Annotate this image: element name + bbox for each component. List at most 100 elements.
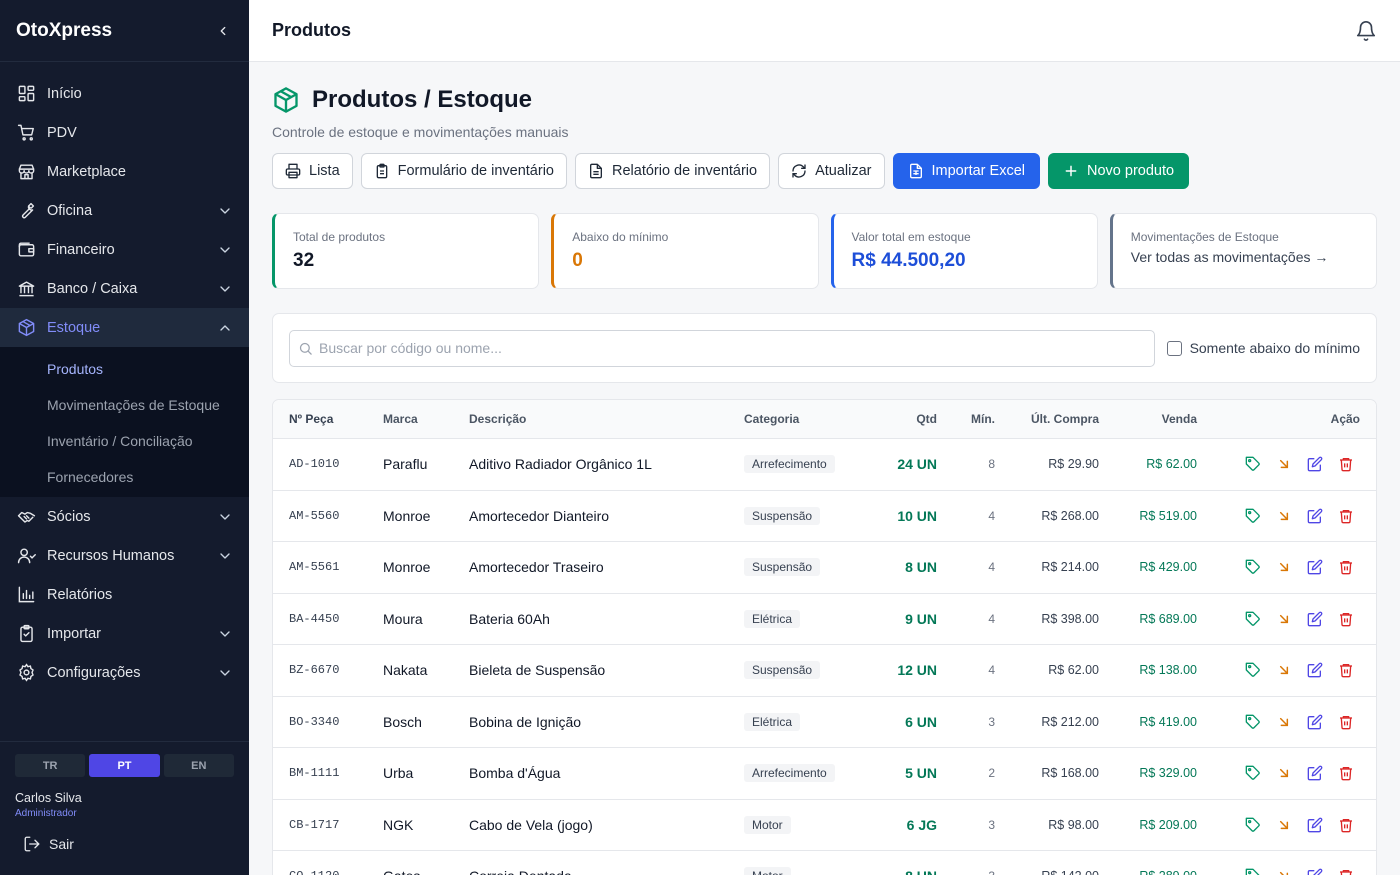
table-row[interactable]: AD-1010 Paraflu Aditivo Radiador Orgânico …	[273, 439, 1376, 491]
edit-icon[interactable]	[1307, 456, 1323, 472]
header-minimum[interactable]: Mín.	[937, 412, 995, 426]
edit-icon[interactable]	[1307, 508, 1323, 524]
clipboard-icon	[16, 624, 36, 644]
tag-icon[interactable]	[1245, 456, 1261, 472]
stat-value: 0	[572, 250, 583, 271]
refresh-button[interactable]: Atualizar	[778, 153, 885, 189]
edit-icon[interactable]	[1307, 817, 1323, 833]
inventory-form-label: Formulário de inventário	[397, 163, 554, 179]
trash-icon[interactable]	[1338, 817, 1354, 833]
submenu-item-movimentacoes[interactable]: Movimentações de Estoque	[0, 387, 249, 423]
sidebar-item-relatorios[interactable]: Relatórios	[0, 575, 249, 614]
store-icon	[16, 162, 36, 182]
edit-icon[interactable]	[1307, 559, 1323, 575]
sidebar-item-inicio[interactable]: Início	[0, 74, 249, 113]
header-quantity[interactable]: Qtd	[854, 412, 937, 426]
search-input[interactable]	[319, 340, 1146, 356]
sidebar-item-importar[interactable]: Importar	[0, 614, 249, 653]
tag-icon[interactable]	[1245, 559, 1261, 575]
edit-icon[interactable]	[1307, 611, 1323, 627]
tag-icon[interactable]	[1245, 508, 1261, 524]
view-all-movements-link[interactable]: Ver todas as movimentações →	[1131, 249, 1358, 265]
cell-last-purchase: R$ 168.00	[1041, 766, 1099, 781]
sidebar-item-estoque[interactable]: Estoque	[0, 308, 249, 347]
tag-icon[interactable]	[1245, 868, 1261, 875]
bell-icon[interactable]	[1355, 20, 1377, 42]
cell-brand: Gates	[383, 868, 469, 875]
header-brand[interactable]: Marca	[383, 412, 469, 426]
tag-icon[interactable]	[1245, 662, 1261, 678]
arrow-down-right-icon[interactable]	[1276, 868, 1292, 875]
cell-brand: Monroe	[383, 559, 431, 576]
header-code[interactable]: Nº Peça	[273, 412, 383, 426]
inventory-form-button[interactable]: Formulário de inventário	[360, 153, 567, 189]
table-row[interactable]: CO-1120GatesCorreia DentadaMotor8 UN3R$ …	[273, 851, 1376, 875]
sidebar-item-marketplace[interactable]: Marketplace	[0, 152, 249, 191]
table-row[interactable]: CB-1717 NGK Cabo de Vela (jogo) Motor 6 JG 3 R…	[273, 800, 1376, 851]
new-product-button[interactable]: Novo produto	[1048, 153, 1190, 189]
language-tr-button[interactable]: TR	[15, 754, 86, 777]
table-row[interactable]: BA-4450 Moura Bateria 60Ah Elétrica 9 UN 4 R$ …	[273, 594, 1376, 645]
category-badge: Elétrica	[744, 609, 801, 628]
import-excel-button[interactable]: Importar Excel	[892, 153, 1040, 189]
header-category[interactable]: Categoria	[744, 412, 854, 426]
only-below-minimum-checkbox[interactable]	[1166, 340, 1182, 356]
arrow-down-right-icon[interactable]	[1276, 611, 1292, 627]
arrow-down-right-icon[interactable]	[1276, 817, 1292, 833]
sidebar-item-recursos-humanos[interactable]: Recursos Humanos	[0, 536, 249, 575]
trash-icon[interactable]	[1338, 611, 1354, 627]
sidebar-item-oficina[interactable]: Oficina	[0, 191, 249, 230]
sidebar-item-configuracoes[interactable]: Configurações	[0, 653, 249, 692]
trash-icon[interactable]	[1338, 765, 1354, 781]
header-last-purchase[interactable]: Últ. Compra	[995, 412, 1099, 426]
tag-icon[interactable]	[1245, 714, 1261, 730]
cell-actions	[1197, 817, 1376, 833]
trash-icon[interactable]	[1338, 456, 1354, 472]
trash-icon[interactable]	[1338, 508, 1354, 524]
edit-icon[interactable]	[1307, 714, 1323, 730]
tag-icon[interactable]	[1245, 817, 1261, 833]
sidebar-item-pdv[interactable]: PDV	[0, 113, 249, 152]
stat-stock-value: Valor total em estoque R$ 44.500,20	[830, 213, 1098, 289]
arrow-down-right-icon[interactable]	[1276, 765, 1292, 781]
tag-icon[interactable]	[1245, 611, 1261, 627]
trash-icon[interactable]	[1338, 714, 1354, 730]
sidebar-item-socios[interactable]: Sócios	[0, 497, 249, 536]
header-description[interactable]: Descrição	[469, 412, 744, 426]
header-sale-price[interactable]: Venda	[1099, 412, 1197, 426]
edit-icon[interactable]	[1307, 868, 1323, 875]
trash-icon[interactable]	[1338, 662, 1354, 678]
inventory-report-button[interactable]: Relatório de inventário	[575, 153, 771, 189]
submenu-item-inventario[interactable]: Inventário / Conciliação	[0, 423, 249, 459]
language-switcher: TR PT EN	[15, 754, 234, 777]
table-row[interactable]: BO-3340 Bosch Bobina de Ignição Elétrica 6 U…	[273, 697, 1376, 748]
submenu-item-produtos[interactable]: Produtos	[0, 351, 249, 387]
arrow-down-right-icon[interactable]	[1276, 559, 1292, 575]
submenu-item-fornecedores[interactable]: Fornecedores	[0, 459, 249, 495]
trash-icon[interactable]	[1338, 868, 1354, 875]
arrow-down-right-icon[interactable]	[1276, 508, 1292, 524]
estoque-submenu: Produtos Movimentações de Estoque Invent…	[0, 347, 249, 497]
arrow-down-right-icon[interactable]	[1276, 456, 1292, 472]
language-pt-button[interactable]: PT	[89, 754, 160, 777]
table-row[interactable]: BZ-6670 Nakata Bieleta de Suspensão Suspens…	[273, 645, 1376, 697]
collapse-sidebar-button[interactable]	[213, 21, 233, 41]
cell-description: Bobina de Ignição	[469, 713, 582, 730]
tag-icon[interactable]	[1245, 765, 1261, 781]
table-row[interactable]: BM-1111 Urba Bomba d'Água Arrefecimento 5 UN…	[273, 748, 1376, 800]
list-button[interactable]: Lista	[272, 153, 353, 189]
table-row[interactable]: AM-5560 Monroe Amortecedor Dianteiro Suspen…	[273, 491, 1376, 542]
cell-category: Suspensão	[744, 558, 854, 577]
table-row[interactable]: AM-5561 Monroe Amortecedor Traseiro Suspens…	[273, 542, 1376, 594]
sidebar-item-banco-caixa[interactable]: Banco / Caixa	[0, 269, 249, 308]
arrow-down-right-icon[interactable]	[1276, 714, 1292, 730]
arrow-down-right-icon[interactable]	[1276, 662, 1292, 678]
only-below-minimum-toggle[interactable]: Somente abaixo do mínimo	[1166, 340, 1360, 356]
language-en-button[interactable]: EN	[163, 754, 234, 777]
edit-icon[interactable]	[1307, 765, 1323, 781]
trash-icon[interactable]	[1338, 559, 1354, 575]
edit-icon[interactable]	[1307, 662, 1323, 678]
cell-description: Bateria 60Ah	[469, 610, 550, 627]
sidebar-item-financeiro[interactable]: Financeiro	[0, 230, 249, 269]
logout-button[interactable]: Sair	[15, 835, 234, 853]
